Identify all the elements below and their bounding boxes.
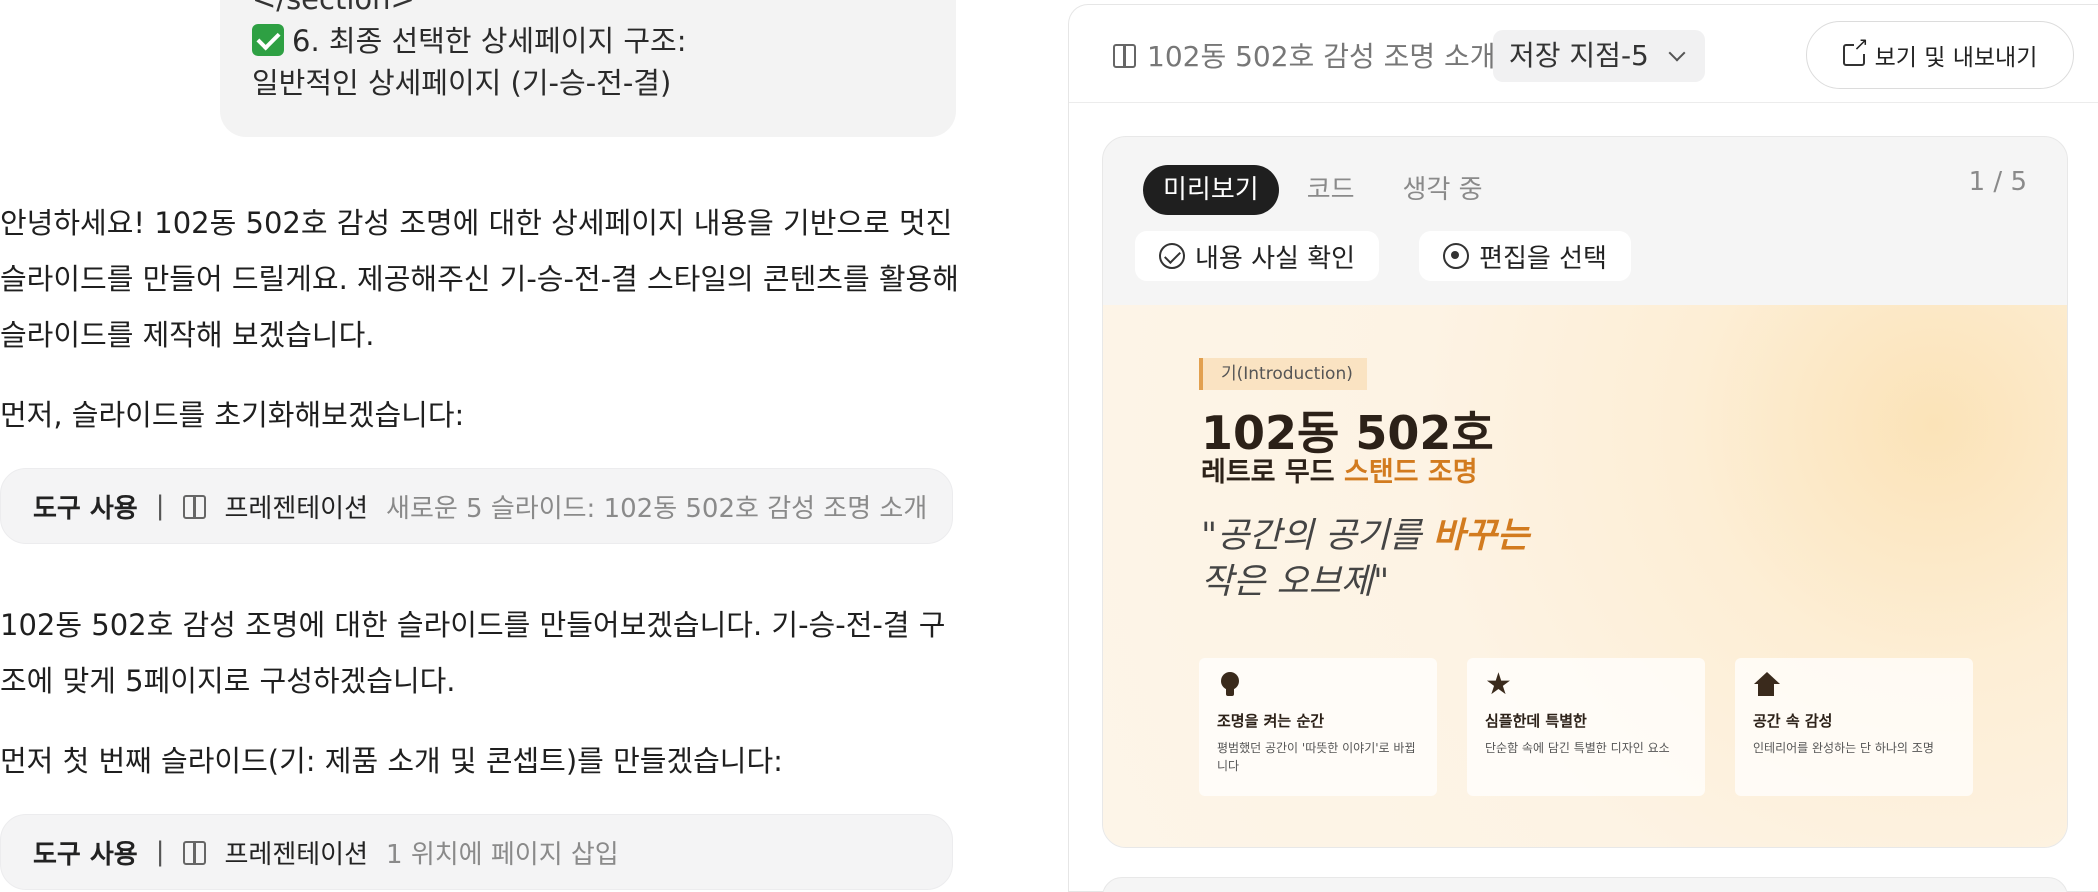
book-icon: [182, 840, 206, 865]
assistant-paragraph: 102동 502호 감성 조명에 대한 슬라이드를 만들어보겠습니다. 기-승-…: [0, 608, 946, 698]
separator: |: [155, 491, 165, 521]
tool-use-pill[interactable]: 도구 사용 | 프레젠테이션 새로운 5 슬라이드: 102동 502호 감성 …: [0, 468, 953, 544]
fact-check-button[interactable]: 내용 사실 확인: [1135, 231, 1380, 281]
panel-header: 102동 502호 감성 조명 소개 저장 지점-5 보기 및 내보내기: [1069, 5, 2098, 103]
subtitle-highlight: 스탠드 조명: [1344, 457, 1478, 488]
quote-highlight: 바꾸는: [1432, 515, 1530, 556]
fact-check-label: 내용 사실 확인: [1195, 243, 1356, 274]
feature-title: 조명을 켜는 순간: [1217, 712, 1325, 730]
presentation-title: 102동 502호 감성 조명 소개: [1113, 35, 1496, 75]
tool-name: 프레젠테이션: [224, 493, 369, 524]
feature-desc: 단순함 속에 담긴 특별한 디자인 요소: [1485, 741, 1670, 755]
target-icon: [1443, 243, 1470, 269]
slide-preview[interactable]: 기(Introduction) 102동 502호 레트로 무드 스탠드 조명 …: [1103, 305, 2067, 847]
feature-card: 조명을 켜는 순간 평범했던 공간이 '따뜻한 이야기'로 바뀝니다: [1199, 658, 1437, 796]
check-circle-icon: [1159, 243, 1185, 269]
quote-line: 작은 오브제": [1201, 562, 1390, 602]
view-export-label: 보기 및 내보내기: [1874, 45, 2038, 71]
view-tabs: 미리보기 코드 생각 중: [1143, 165, 1503, 215]
preview-actions: 내용 사실 확인 편집을 선택: [1135, 231, 1631, 281]
feature-desc: 인테리어를 완성하는 단 하나의 조명: [1753, 741, 1934, 755]
tool-use-label: 도구 사용: [33, 839, 138, 870]
user-message-line: </section>: [252, 0, 924, 20]
select-edit-label: 편집을 선택: [1479, 243, 1607, 274]
tool-detail: 1 위치에 페이지 삽입: [386, 839, 619, 870]
quote-text: "공간의 공기를: [1201, 516, 1433, 556]
assistant-paragraph: 먼저, 슬라이드를 초기화해보겠습니다:: [0, 398, 465, 432]
tool-name: 프레젠테이션: [224, 839, 369, 870]
tab-code[interactable]: 코드: [1287, 165, 1375, 215]
feature-card: ★ 심플한데 특별한 단순함 속에 담긴 특별한 디자인 요소: [1467, 658, 1705, 796]
feature-title: 공간 속 감성: [1753, 712, 1833, 730]
tool-use-pill[interactable]: 도구 사용 | 프레젠테이션 1 위치에 페이지 삽입: [0, 814, 953, 890]
tab-thinking[interactable]: 생각 중: [1383, 165, 1503, 215]
preview-card: 미리보기 코드 생각 중 1 / 5 내용 사실 확인 편집을 선택 기(Int…: [1102, 136, 2068, 848]
save-point-label: 저장 지점-5: [1509, 39, 1649, 72]
page-counter: 1 / 5: [1968, 167, 2027, 197]
select-edit-button[interactable]: 편집을 선택: [1419, 231, 1631, 281]
view-export-button[interactable]: 보기 및 내보내기: [1806, 21, 2074, 89]
feature-card: 공간 속 감성 인테리어를 완성하는 단 하나의 조명: [1735, 658, 1973, 796]
section-badge: 기(Introduction): [1199, 358, 1367, 390]
feature-title: 심플한데 특별한: [1485, 712, 1587, 730]
book-icon: [1113, 43, 1136, 68]
next-preview-card: [1102, 877, 2068, 892]
home-icon: [1753, 672, 1780, 698]
chevron-down-icon: [1668, 44, 1686, 62]
assistant-paragraph: 먼저 첫 번째 슬라이드(기: 제품 소개 및 콘셉트)를 만들겠습니다:: [0, 744, 783, 778]
chat-transcript: </section> 6. 최종 선택한 상세페이지 구조: 일반적인 상세페이…: [0, 0, 1000, 892]
user-message-line: 6. 최종 선택한 상세페이지 구조:: [252, 20, 924, 62]
save-point-dropdown[interactable]: 저장 지점-5: [1493, 30, 1705, 82]
presentation-panel: 102동 502호 감성 조명 소개 저장 지점-5 보기 및 내보내기 미리보…: [1068, 4, 2098, 892]
checkmark-icon: [252, 24, 284, 56]
slide-subtitle: 레트로 무드 스탠드 조명: [1201, 450, 1478, 489]
quote-line: "공간의 공기를 바꾸는: [1201, 513, 1529, 559]
feature-desc: 평범했던 공간이 '따뜻한 이야기'로 바뀝니다: [1217, 741, 1416, 773]
slide-quote: "공간의 공기를 바꾸는 작은 오브제": [1201, 513, 1529, 605]
user-message-bubble: </section> 6. 최종 선택한 상세페이지 구조: 일반적인 상세페이…: [220, 0, 956, 137]
presentation-title-text: 102동 502호 감성 조명 소개: [1147, 40, 1496, 73]
user-message-line: 일반적인 상세페이지 (기-승-전-결): [252, 66, 672, 100]
lightbulb-icon: [1217, 672, 1243, 698]
star-icon: ★: [1485, 667, 1512, 702]
subtitle-text: 레트로 무드: [1201, 457, 1344, 488]
external-link-icon: [1842, 36, 1869, 66]
user-message-text: 6. 최종 선택한 상세페이지 구조:: [292, 24, 687, 58]
tool-use-label: 도구 사용: [33, 493, 138, 524]
tab-preview[interactable]: 미리보기: [1143, 165, 1279, 215]
separator: |: [155, 837, 165, 867]
assistant-paragraph: 안녕하세요! 102동 502호 감성 조명에 대한 상세페이지 내용을 기반으…: [0, 206, 959, 352]
tool-detail: 새로운 5 슬라이드: 102동 502호 감성 조명 소개: [386, 493, 928, 524]
book-icon: [182, 494, 206, 519]
